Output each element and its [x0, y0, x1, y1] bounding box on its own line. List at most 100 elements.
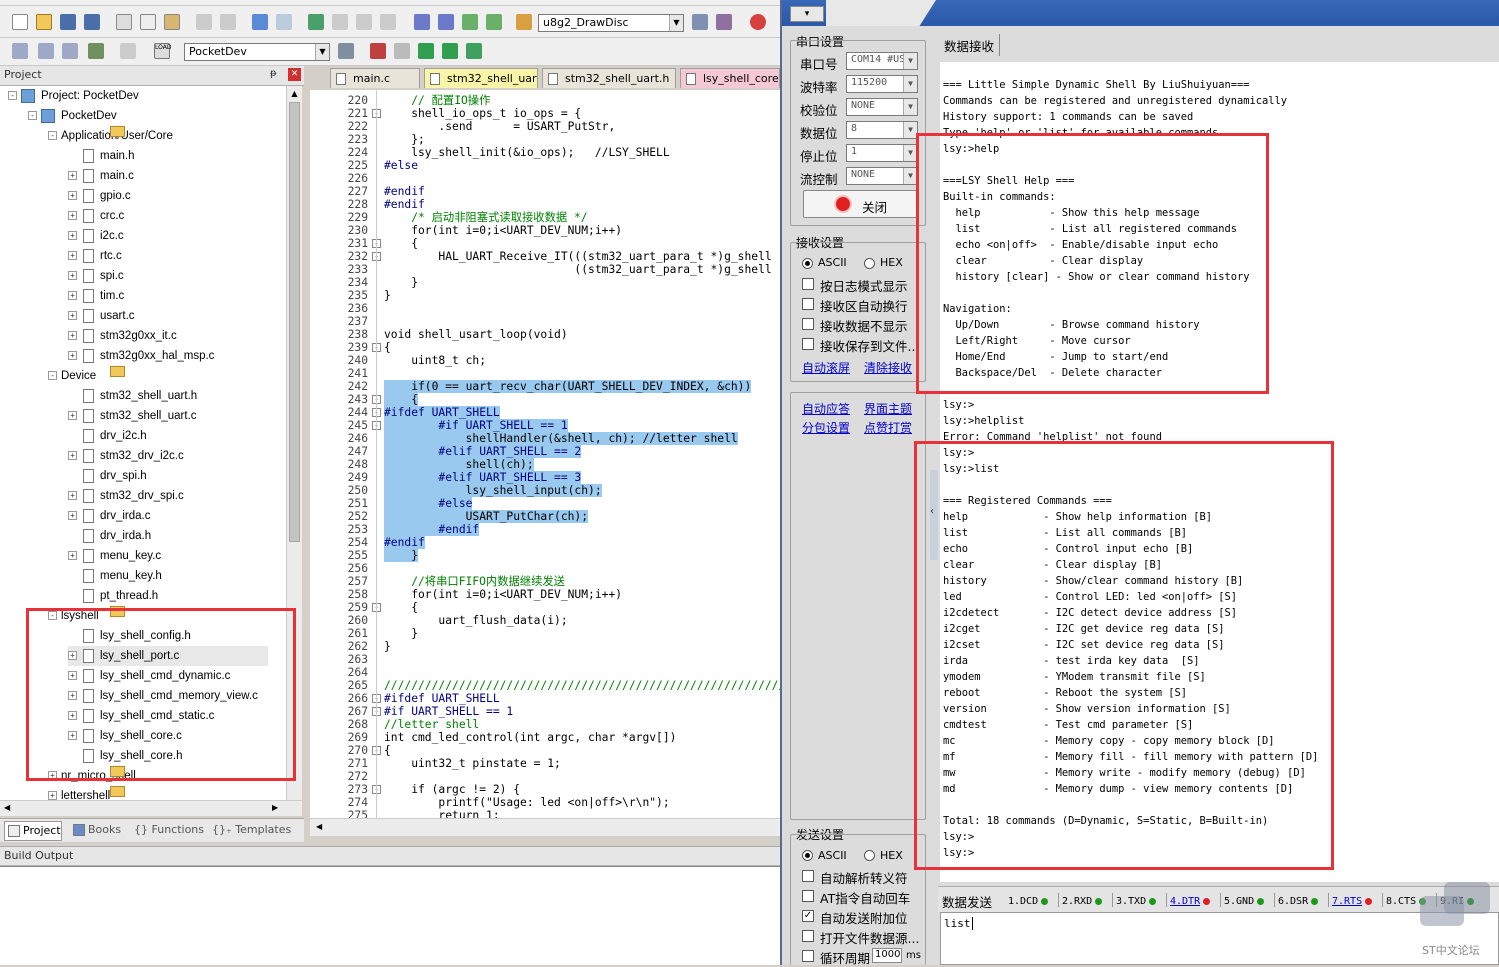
scroll-up-icon[interactable]: ▲ [287, 86, 302, 102]
send-option-checkbox[interactable] [802, 930, 814, 942]
expand-icon[interactable] [68, 571, 77, 580]
expand-icon[interactable]: + [68, 271, 77, 281]
chevron-down-icon[interactable]: ▼ [903, 168, 917, 184]
cut-icon[interactable] [116, 14, 132, 30]
save-icon[interactable] [60, 14, 76, 30]
tree-item[interactable]: + crc.c [68, 206, 124, 226]
undo-icon[interactable] [196, 14, 212, 30]
open-folder-icon[interactable] [36, 14, 52, 30]
donate-link[interactable]: 点赞打赏 [864, 419, 912, 436]
tree-item[interactable]: + drv_irda.c [68, 506, 151, 526]
tree-item[interactable]: + i2c.c [68, 226, 124, 246]
cycle-period-input[interactable]: 1000 [872, 948, 902, 963]
tree-item[interactable]: + stm32_drv_spi.c [68, 486, 184, 506]
expand-icon[interactable]: + [68, 351, 77, 361]
rebuild-icon[interactable] [62, 43, 78, 59]
close-port-button[interactable]: 关闭 [803, 190, 917, 218]
close-icon[interactable]: ✕ [288, 68, 301, 81]
tree-item[interactable]: + lettershell [48, 786, 125, 800]
chevron-down-icon[interactable]: ▼ [903, 53, 917, 69]
expand-icon[interactable] [68, 591, 77, 600]
tree-item[interactable]: + stm32g0xx_it.c [68, 326, 177, 346]
expand-icon[interactable]: + [68, 491, 77, 501]
expand-icon[interactable] [68, 471, 77, 480]
chevron-down-icon[interactable]: ▼ [903, 99, 917, 115]
expand-icon[interactable]: + [68, 311, 77, 321]
debug-start-icon[interactable] [750, 14, 766, 30]
code-editor[interactable]: 220 // 配置IO操作221- shell_io_ops_t io_ops … [310, 90, 780, 818]
build-icon[interactable] [38, 43, 54, 59]
download-icon[interactable]: LOAD [154, 43, 171, 59]
collapse-icon[interactable]: - [8, 91, 17, 101]
send-option-checkbox[interactable] [802, 870, 814, 882]
pin-indicator[interactable]: 4.DTR [1170, 896, 1211, 907]
theme-link[interactable]: 界面主题 [864, 400, 912, 417]
tree-item[interactable]: + main.c [68, 166, 134, 186]
tree-item[interactable]: main.h [68, 146, 135, 166]
send-option-checkbox[interactable] [802, 890, 814, 902]
scroll-right-icon[interactable]: ▶ [272, 803, 278, 812]
collapse-icon[interactable]: - [48, 131, 57, 141]
tree-item[interactable]: + gpio.c [68, 186, 131, 206]
indent-icon[interactable] [414, 14, 430, 30]
bookmark-prev-icon[interactable] [332, 14, 348, 30]
auto-reply-link[interactable]: 自动应答 [802, 400, 850, 417]
bookmark-icon[interactable] [308, 14, 324, 30]
collapse-icon[interactable]: - [48, 371, 57, 381]
comment-icon[interactable] [462, 14, 478, 30]
tab-project[interactable]: Project [4, 821, 62, 841]
bookmark-next-icon[interactable] [356, 14, 372, 30]
tree-item[interactable]: + tim.c [68, 286, 124, 306]
nav-forward-icon[interactable] [276, 14, 292, 30]
send-option-checkbox[interactable] [802, 950, 814, 962]
send-hex-radio[interactable] [864, 850, 875, 861]
batch-build-icon[interactable] [88, 43, 104, 59]
tree-item[interactable]: + usart.c [68, 306, 135, 326]
expand-icon[interactable] [68, 431, 77, 440]
bookmark-clear-icon[interactable] [380, 14, 396, 30]
port-field-select[interactable]: COM14 #US ▼ [846, 52, 918, 70]
tree-item[interactable]: menu_key.h [68, 566, 162, 586]
expand-icon[interactable]: + [68, 231, 77, 241]
expand-icon[interactable]: + [68, 411, 77, 421]
collapse-icon[interactable]: - [28, 111, 37, 121]
send-tab[interactable]: 数据发送 [942, 892, 992, 911]
expand-icon[interactable]: + [68, 331, 77, 341]
scroll-left-icon[interactable]: ◀ [4, 803, 10, 812]
tree-item[interactable]: + menu_key.c [68, 546, 161, 566]
pin-indicator[interactable]: 7.RTS [1332, 896, 1373, 907]
tree-item[interactable]: + stm32g0xx_hal_msp.c [68, 346, 214, 366]
run-environment-icon[interactable] [466, 43, 482, 59]
paste-icon[interactable] [164, 14, 180, 30]
expand-icon[interactable] [68, 531, 77, 540]
expand-icon[interactable]: + [68, 451, 77, 461]
tree-item[interactable]: + stm32_shell_uart.c [68, 406, 197, 426]
select-packs-icon[interactable] [442, 43, 458, 59]
chevron-down-icon[interactable]: ▼ [315, 44, 329, 60]
code-horizontal-scrollbar[interactable]: ◀ [310, 818, 780, 836]
tab-main-c[interactable]: main.c [330, 68, 420, 88]
tree-item[interactable]: + rtc.c [68, 246, 122, 266]
tab-stm32-shell-uart-h[interactable]: stm32_shell_uart.h [542, 68, 676, 88]
manage-components-icon[interactable] [394, 43, 410, 59]
recv-option-checkbox[interactable] [802, 298, 814, 310]
tab-stm32-shell-uart-c[interactable]: stm32_shell_uart.c [424, 68, 538, 88]
port-field-select[interactable]: 115200 ▼ [846, 75, 918, 93]
send-option-checkbox[interactable]: ✓ [802, 910, 814, 922]
port-field-select[interactable]: 1 ▼ [846, 144, 918, 162]
tree-item[interactable]: drv_i2c.h [68, 426, 147, 446]
port-field-select[interactable]: NONE ▼ [846, 98, 918, 116]
file-extensions-icon[interactable] [370, 43, 386, 59]
send-input[interactable]: list [940, 912, 1499, 965]
auto-scroll-link[interactable]: 自动滚屏 [802, 359, 850, 376]
tab-templates[interactable]: {}₊ Templates [196, 821, 291, 841]
app-menu-icon[interactable]: ▾ [790, 6, 824, 22]
chevron-down-icon[interactable]: ▼ [903, 145, 917, 161]
pack-installer-icon[interactable] [418, 43, 434, 59]
debug-settings-icon[interactable] [716, 14, 732, 30]
expand-icon[interactable]: + [68, 171, 77, 181]
tree-item[interactable]: - PocketDev [28, 106, 117, 126]
packet-settings-link[interactable]: 分包设置 [802, 419, 850, 436]
expand-icon[interactable]: + [68, 291, 77, 301]
recv-option-checkbox[interactable] [802, 338, 814, 350]
